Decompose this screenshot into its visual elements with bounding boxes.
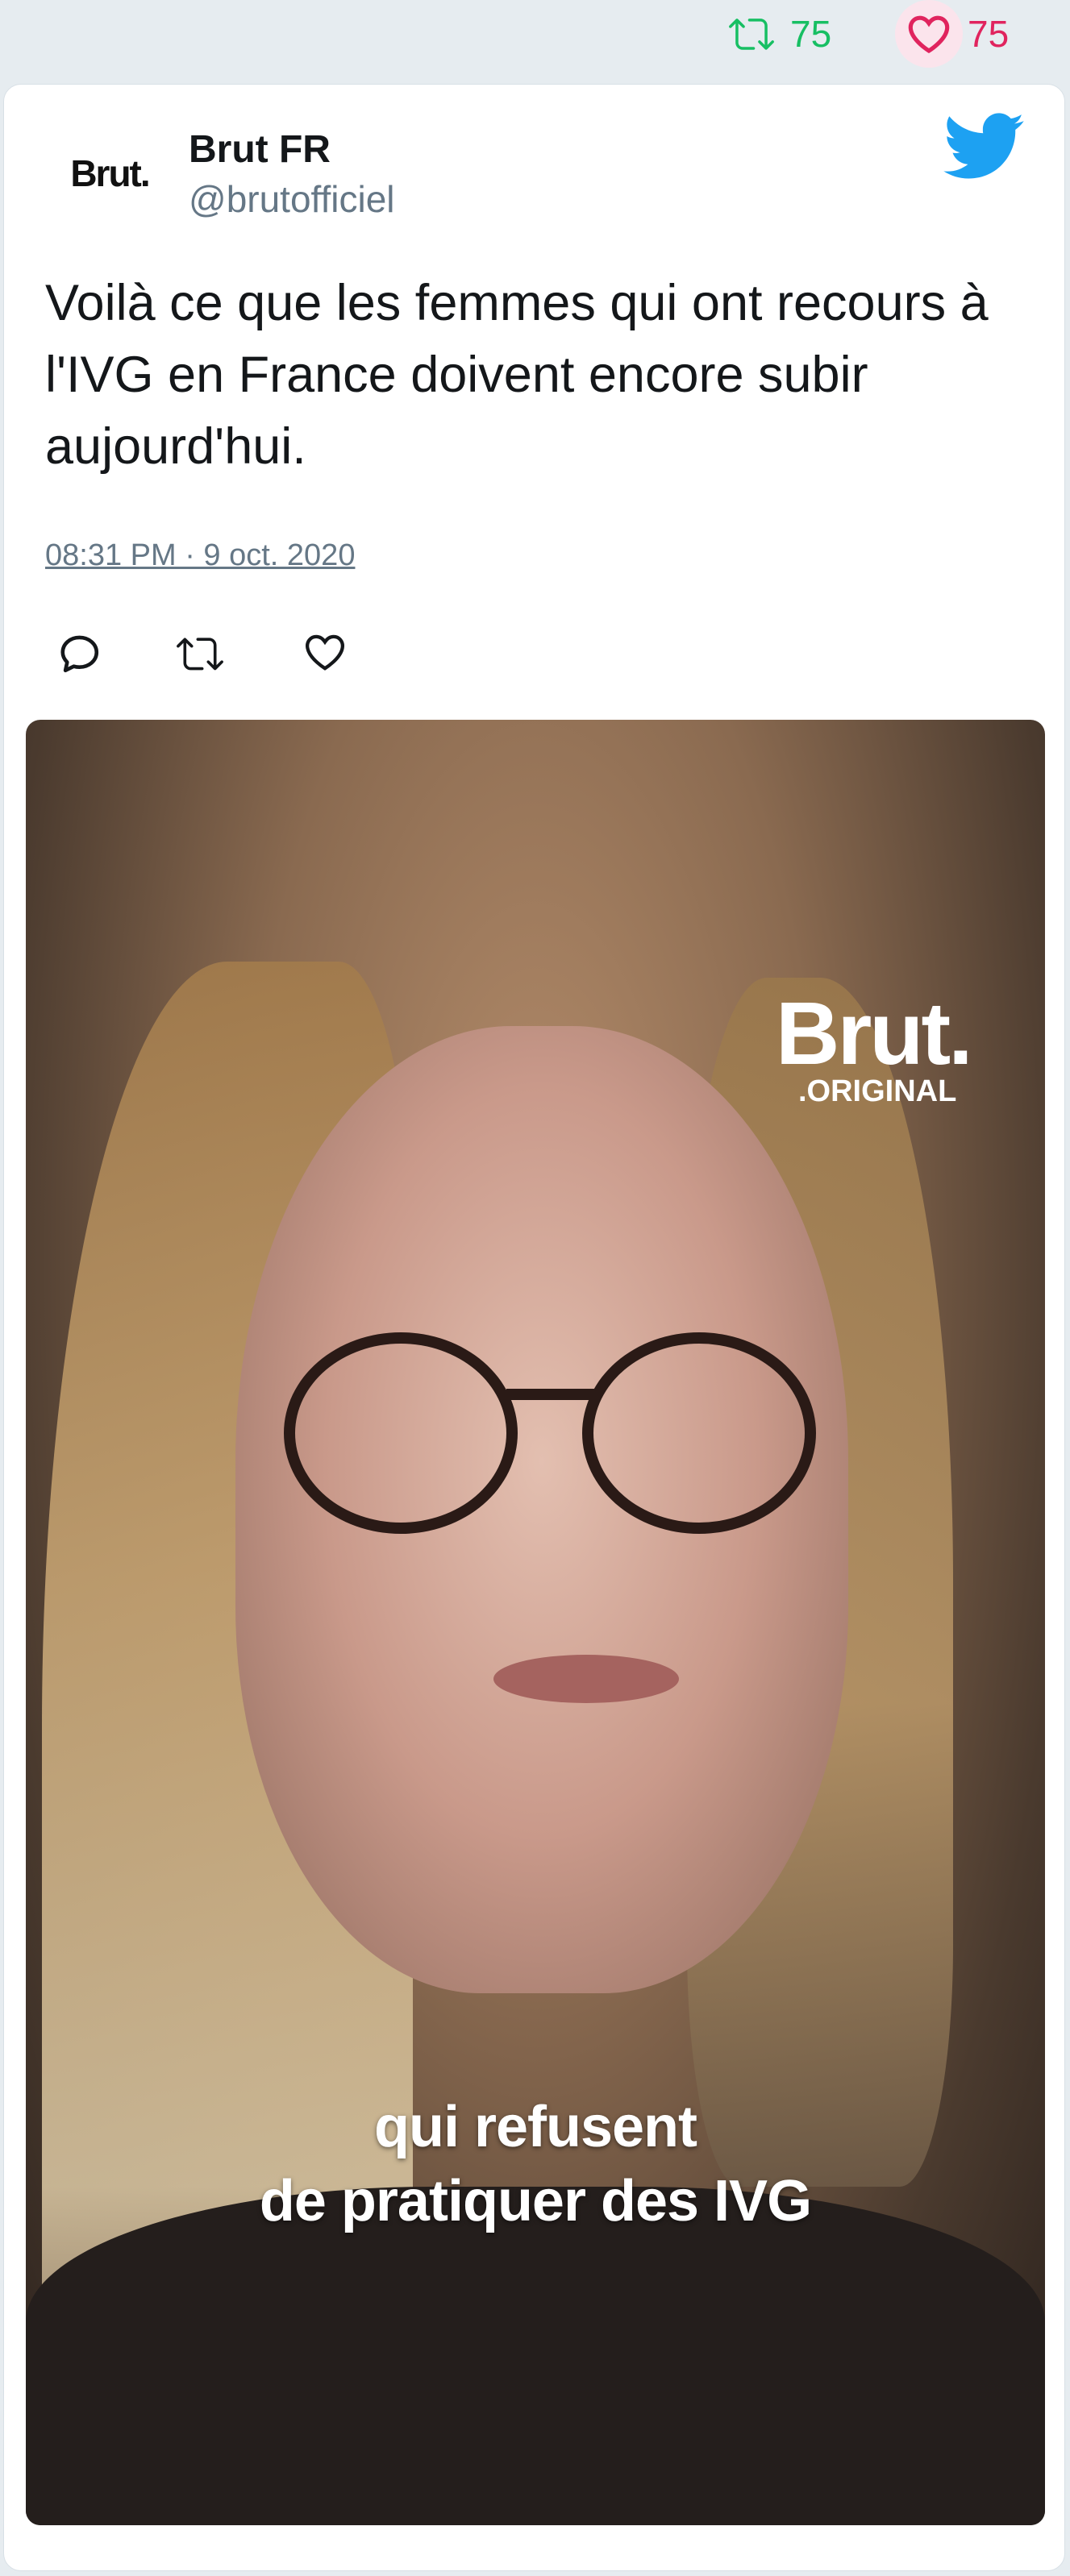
stats-bar: 75 75 <box>0 0 1070 73</box>
twitter-bird-icon[interactable] <box>943 113 1026 181</box>
video-caption: qui refusent de pratiquer des IVG <box>26 2090 1045 2238</box>
tweet-text: Voilà ce que les femmes qui ont recours … <box>45 275 989 475</box>
video-mouth <box>493 1655 679 1703</box>
like-stat[interactable]: 75 <box>895 0 1009 68</box>
tweet-timestamp[interactable]: 08:31 PM · 9 oct. 2020 <box>45 538 355 573</box>
retweet-stat[interactable]: 75 <box>718 0 831 68</box>
tweet-video[interactable]: Brut. .ORIGINAL qui refusent de pratique… <box>26 720 1045 2525</box>
like-count: 75 <box>968 13 1010 55</box>
retweet-action-icon[interactable] <box>176 630 224 679</box>
video-caption-line2: de pratiquer des IVG <box>259 2169 812 2233</box>
video-glasses-right <box>582 1332 816 1534</box>
video-watermark-brand: Brut. <box>776 984 973 1083</box>
author-name[interactable]: Brut FR <box>189 127 331 172</box>
video-caption-line1: qui refusent <box>373 2095 697 2159</box>
like-action-icon[interactable] <box>303 630 352 679</box>
retweet-icon <box>718 0 785 68</box>
retweet-count: 75 <box>790 13 832 55</box>
video-glasses-bridge <box>506 1389 595 1400</box>
reply-icon[interactable] <box>56 630 105 679</box>
author-handle[interactable]: @brutofficiel <box>189 177 395 221</box>
avatar[interactable]: Brut. <box>45 129 174 218</box>
heart-icon <box>895 0 963 68</box>
video-glasses-left <box>284 1332 518 1534</box>
video-watermark-sub: .ORIGINAL <box>798 1074 957 1108</box>
